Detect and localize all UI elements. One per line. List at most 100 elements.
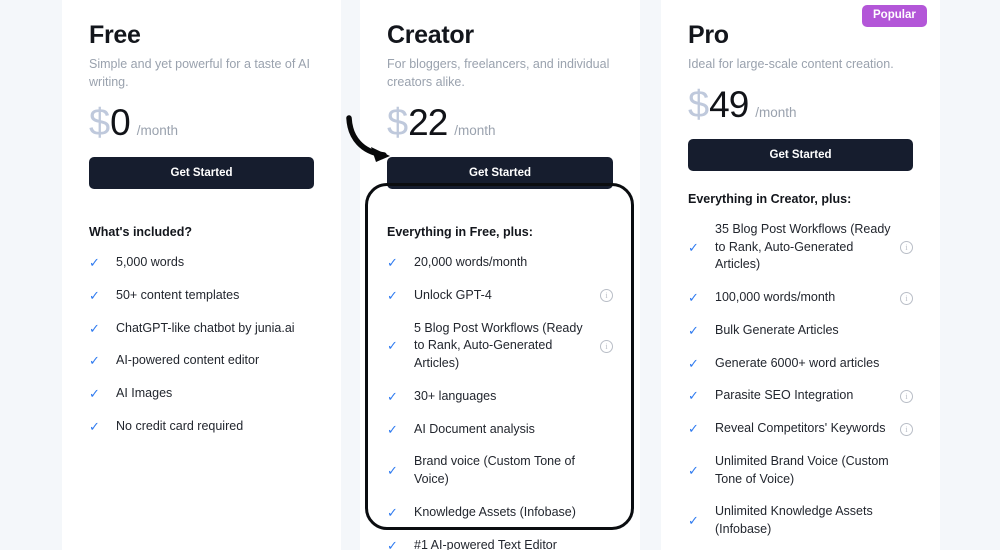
list-item: ✓ Reveal Competitors' Keywords i xyxy=(688,420,913,438)
check-icon: ✓ xyxy=(688,239,699,255)
info-icon[interactable]: i xyxy=(900,291,913,305)
check-icon: ✓ xyxy=(688,355,699,371)
check-icon: ✓ xyxy=(89,255,100,271)
pricing-page: Free Simple and yet powerful for a taste… xyxy=(0,0,1000,550)
features-list-creator: ✓ 20,000 words/month ✓ Unlock GPT-4 i ✓ … xyxy=(387,254,613,550)
info-icon[interactable]: i xyxy=(900,389,913,403)
gutter-2 xyxy=(640,0,661,550)
pro-get-started-button[interactable]: Get Started xyxy=(688,138,913,171)
feature-label: Unlimited Knowledge Assets (Infobase) xyxy=(715,504,873,537)
feature-label: 30+ languages xyxy=(414,388,497,403)
feature-label: No credit card required xyxy=(116,418,244,433)
plan-description-creator: For bloggers, freelancers, and individua… xyxy=(387,56,610,89)
check-icon: ✓ xyxy=(688,290,699,306)
check-icon: ✓ xyxy=(89,418,100,434)
price-amount: 22 xyxy=(408,102,448,143)
features-title-pro: Everything in Creator, plus: xyxy=(688,191,852,206)
list-item: ✓ 30+ languages xyxy=(387,388,613,406)
check-icon: ✓ xyxy=(688,513,699,529)
price-period: /month xyxy=(454,123,496,138)
check-icon: ✓ xyxy=(387,255,398,271)
pricing-card-creator: Creator For bloggers, freelancers, and i… xyxy=(360,0,640,550)
features-title-free: What's included? xyxy=(89,225,192,239)
price-period: /month xyxy=(755,104,797,120)
plan-name-free: Free xyxy=(89,21,141,49)
feature-label: #1 AI-powered Text Editor xyxy=(414,537,557,550)
features-list-pro: ✓ 35 Blog Post Workflows (Ready to Rank,… xyxy=(688,221,913,550)
price-period: /month xyxy=(136,123,178,138)
feature-label: Reveal Competitors' Keywords xyxy=(715,421,886,436)
feature-label: AI-powered content editor xyxy=(116,353,260,368)
plan-name-creator: Creator xyxy=(387,21,474,49)
list-item: ✓ No credit card required xyxy=(89,418,314,436)
info-icon[interactable]: i xyxy=(600,339,613,353)
check-icon: ✓ xyxy=(387,388,398,404)
price-free: $ 0 /month xyxy=(89,104,314,142)
price-amount: 49 xyxy=(709,83,749,125)
info-icon[interactable]: i xyxy=(600,289,613,303)
list-item: ✓ ChatGPT-like chatbot by junia.ai xyxy=(89,320,314,338)
check-icon: ✓ xyxy=(89,287,100,303)
check-icon: ✓ xyxy=(387,338,398,354)
feature-label: AI Images xyxy=(116,386,173,400)
currency-symbol: $ xyxy=(89,102,111,144)
gutter-right xyxy=(940,0,1000,550)
check-icon: ✓ xyxy=(387,463,398,479)
list-item: ✓ Knowledge Assets (Infobase) xyxy=(387,504,613,522)
status-badge-popular: Popular xyxy=(862,5,927,27)
list-item: ✓ 5,000 words xyxy=(89,254,314,272)
check-icon: ✓ xyxy=(89,386,100,402)
feature-label: 5 Blog Post Workflows (Ready to Rank, Au… xyxy=(414,320,583,371)
check-icon: ✓ xyxy=(89,320,100,336)
check-icon: ✓ xyxy=(387,504,398,520)
price-creator: $ 22 /month xyxy=(387,104,613,142)
check-icon: ✓ xyxy=(89,353,100,369)
list-item: ✓ Generate 6000+ word articles xyxy=(688,355,913,373)
currency-symbol: $ xyxy=(387,102,409,144)
list-item: ✓ AI-powered content editor xyxy=(89,352,314,370)
list-item: ✓ 100,000 words/month i xyxy=(688,289,913,307)
list-item: ✓ AI Images xyxy=(89,385,314,403)
feature-label: Knowledge Assets (Infobase) xyxy=(414,504,576,519)
list-item: ✓ 5 Blog Post Workflows (Ready to Rank, … xyxy=(387,320,613,373)
plan-description-free: Simple and yet powerful for a taste of A… xyxy=(89,56,310,89)
feature-label: Unlock GPT-4 xyxy=(414,287,492,302)
check-icon: ✓ xyxy=(387,287,398,303)
features-title-creator: Everything in Free, plus: xyxy=(387,225,533,239)
plan-description-pro: Ideal for large-scale content creation. xyxy=(688,56,894,71)
check-icon: ✓ xyxy=(688,421,699,437)
feature-label: Unlimited Brand Voice (Custom Tone of Vo… xyxy=(715,453,889,486)
feature-label: Generate 6000+ word articles xyxy=(715,355,880,370)
pricing-card-pro: Pro Ideal for large-scale content creati… xyxy=(661,0,940,550)
list-item: ✓ 35 Blog Post Workflows (Ready to Rank,… xyxy=(688,221,913,274)
feature-label: AI Document analysis xyxy=(414,421,535,436)
currency-symbol: $ xyxy=(688,83,710,126)
price-amount: 0 xyxy=(110,102,131,143)
feature-label: Brand voice (Custom Tone of Voice) xyxy=(414,454,575,486)
creator-get-started-button[interactable]: Get Started xyxy=(387,157,613,189)
price-pro: $ 49 /month xyxy=(688,86,913,124)
list-item: ✓ AI Document analysis xyxy=(387,421,613,439)
list-item: ✓ #1 AI-powered Text Editor xyxy=(387,537,613,550)
feature-label: 20,000 words/month xyxy=(414,255,528,269)
check-icon: ✓ xyxy=(387,421,398,437)
pricing-card-free: Free Simple and yet powerful for a taste… xyxy=(62,0,341,550)
list-item: ✓ Unlimited Knowledge Assets (Infobase) xyxy=(688,503,913,539)
list-item: ✓ Parasite SEO Integration i xyxy=(688,387,913,405)
info-icon[interactable]: i xyxy=(900,422,913,436)
info-icon[interactable]: i xyxy=(900,241,913,254)
feature-label: 5,000 words xyxy=(116,255,185,269)
list-item: ✓ 50+ content templates xyxy=(89,287,314,305)
feature-label: 100,000 words/month xyxy=(715,290,836,305)
gutter-1 xyxy=(341,0,360,550)
feature-label: Bulk Generate Articles xyxy=(715,322,839,337)
feature-label: ChatGPT-like chatbot by junia.ai xyxy=(116,320,295,335)
feature-label: 50+ content templates xyxy=(116,287,240,302)
list-item: ✓ 20,000 words/month xyxy=(387,254,613,272)
free-get-started-button[interactable]: Get Started xyxy=(89,157,314,189)
check-icon: ✓ xyxy=(688,388,699,404)
check-icon: ✓ xyxy=(688,322,699,338)
features-list-free: ✓ 5,000 words ✓ 50+ content templates ✓ … xyxy=(89,254,314,436)
gutter-left xyxy=(0,0,62,550)
check-icon: ✓ xyxy=(688,462,699,478)
